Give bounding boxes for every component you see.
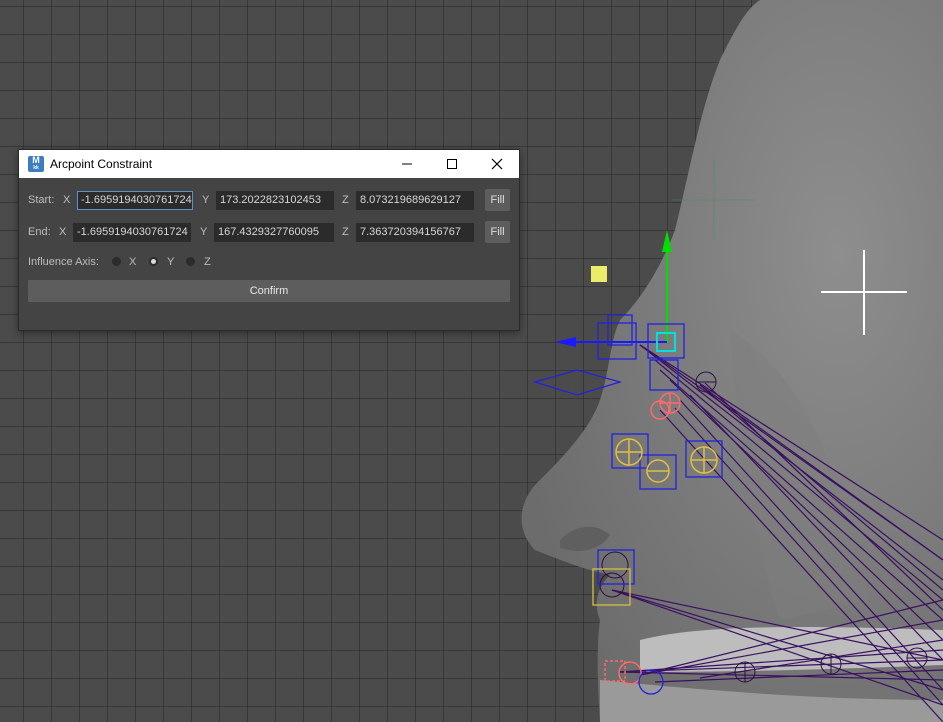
- yellow-handle[interactable]: [591, 266, 607, 282]
- minimize-icon: [401, 163, 412, 165]
- start-y-field[interactable]: 173.2022823102453: [216, 191, 334, 210]
- title-bar[interactable]: Mkk Arcpoint Constraint: [19, 150, 519, 178]
- radio-z[interactable]: [186, 257, 195, 266]
- radio-y-label: Y: [167, 256, 175, 268]
- start-label: Start:: [28, 194, 55, 206]
- end-z-label: Z: [342, 226, 349, 238]
- minimize-button[interactable]: [384, 150, 429, 178]
- end-y-field[interactable]: 167.4329327760095: [214, 223, 334, 242]
- maximize-button[interactable]: [429, 150, 474, 178]
- close-icon: [491, 158, 502, 170]
- viewport-scene[interactable]: [0, 0, 943, 722]
- radio-x-label: X: [129, 256, 137, 268]
- influence-axis-label: Influence Axis:: [28, 256, 99, 268]
- start-y-label: Y: [202, 194, 210, 206]
- close-button[interactable]: [474, 150, 519, 178]
- end-y-label: Y: [200, 226, 208, 238]
- radio-z-label: Z: [204, 256, 211, 268]
- start-z-label: Z: [342, 194, 349, 206]
- end-z-field[interactable]: 7.363720394156767: [356, 223, 474, 242]
- start-z-field[interactable]: 8.073219689629127: [356, 191, 474, 210]
- start-x-label: X: [63, 194, 71, 206]
- end-x-label: X: [59, 226, 67, 238]
- end-label: End:: [28, 226, 51, 238]
- end-x-field[interactable]: -1.6959194030761724: [73, 223, 191, 242]
- radio-y[interactable]: [149, 257, 158, 266]
- window-title: Arcpoint Constraint: [50, 157, 153, 171]
- start-fill-button[interactable]: Fill: [485, 189, 510, 211]
- maya-viewport[interactable]: [0, 0, 943, 722]
- maximize-icon: [446, 159, 457, 169]
- confirm-button[interactable]: Confirm: [28, 280, 510, 302]
- maya-app-icon: Mkk: [28, 156, 44, 172]
- start-x-field[interactable]: -1.6959194030761724: [77, 191, 193, 210]
- radio-x[interactable]: [112, 257, 121, 266]
- end-fill-button[interactable]: Fill: [485, 221, 510, 243]
- head-mesh[interactable]: [521, 0, 943, 722]
- arcpoint-constraint-dialog: Mkk Arcpoint Constraint Start: X -1.6959…: [18, 149, 520, 331]
